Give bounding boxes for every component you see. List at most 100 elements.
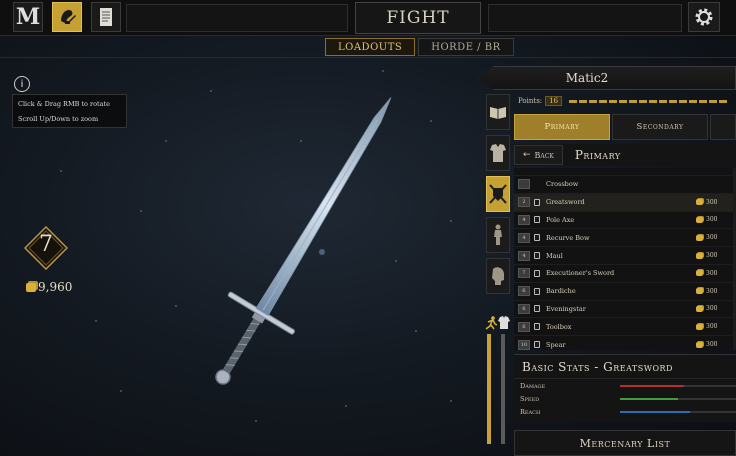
lock-icon <box>534 198 540 206</box>
stat-label: Reach <box>520 407 541 416</box>
stats-title: Basic Stats - Greatsword <box>514 355 736 379</box>
head-icon <box>492 267 505 285</box>
weapon-row[interactable]: 10 Spear 300 <box>514 336 736 350</box>
body-icon <box>494 224 502 245</box>
weapon-row[interactable]: 6 Bardiche 300 <box>514 283 736 301</box>
weapon-row[interactable]: 6 Eveningstar 300 <box>514 301 736 319</box>
weapon-name: Recurve Bow <box>546 233 590 242</box>
weapon-price: 300 <box>696 270 736 277</box>
weapon-category-tabs: Primary Secondary <box>514 114 736 140</box>
weapon-name: Greatsword <box>546 198 585 207</box>
tab-horde-br[interactable]: HORDE / BR <box>418 38 514 56</box>
point-segment <box>669 99 678 103</box>
weapon-row[interactable]: 4 Maul 300 <box>514 247 736 265</box>
weapon-thumbnail-icon: 6 <box>518 303 530 314</box>
armor-gauge <box>501 334 505 444</box>
lock-icon <box>534 216 540 224</box>
point-segment <box>629 99 638 103</box>
point-segment <box>639 99 648 103</box>
price-value: 300 <box>706 323 718 331</box>
lock-icon <box>534 341 540 349</box>
point-segment <box>679 99 688 103</box>
speed-gauge <box>487 334 491 444</box>
stat-bar <box>620 384 736 387</box>
top-slot-left <box>126 4 348 32</box>
gold-coin-icon <box>696 270 703 277</box>
weapon-thumbnail-icon: 4 <box>518 232 530 243</box>
tab-primary[interactable]: Primary <box>514 114 610 140</box>
slot-sidebar <box>486 94 512 299</box>
weapon-row[interactable] <box>514 168 736 176</box>
stat-bar-fill <box>620 397 678 400</box>
controls-help: Click & Drag RMB to rotate Scroll Up/Dow… <box>12 94 127 128</box>
weapon-list[interactable]: Crossbow 2 Greatsword 300 4 Pole Axe 300 4 Recur… <box>514 168 736 350</box>
slot-body[interactable] <box>486 217 510 253</box>
character-edit-button[interactable] <box>52 2 82 32</box>
point-segment <box>689 99 698 103</box>
points-bar: Points: 16 <box>518 96 728 106</box>
slot-armor[interactable] <box>486 135 510 171</box>
basic-stats: Basic Stats - Greatsword Damage Speed Reac… <box>514 354 736 422</box>
weapon-thumbnail-icon: 2 <box>518 197 530 208</box>
tab-secondary[interactable]: Secondary <box>612 114 708 140</box>
equipment-bars <box>484 316 512 456</box>
armor-small-icon <box>498 316 510 329</box>
weapon-thumbnail-icon: 6 <box>518 286 530 297</box>
slot-weapons[interactable] <box>486 176 510 212</box>
price-value: 300 <box>706 216 718 224</box>
gold-display: 9,960 <box>26 280 72 294</box>
gold-coin-icon <box>696 341 703 348</box>
point-segment <box>619 99 628 103</box>
mercenary-list-button[interactable]: Mercenary List <box>514 430 736 456</box>
section-header: ← Back Primary <box>514 144 736 166</box>
weapon-name: Maul <box>546 251 563 260</box>
home-button[interactable]: M <box>13 2 43 32</box>
price-value: 300 <box>706 234 718 242</box>
weapon-price: 300 <box>696 288 736 295</box>
weapon-name: Toolbox <box>546 322 572 331</box>
weapon-name: Spear <box>546 340 566 349</box>
price-value: 300 <box>706 198 718 206</box>
gold-coin-icon <box>696 288 703 295</box>
weapon-price: 300 <box>696 341 736 348</box>
player-level: 7 <box>39 232 53 257</box>
help-line-zoom: Scroll Up/Down to zoom <box>18 115 99 123</box>
weapon-thumbnail-icon: 6 <box>518 321 530 332</box>
weapon-price: 300 <box>696 199 736 206</box>
weapon-name: Eveningstar <box>546 304 586 313</box>
stat-bar-fill <box>620 410 690 413</box>
weapon-row[interactable]: 4 Recurve Bow 300 <box>514 229 736 248</box>
stat-label: Damage <box>520 381 546 390</box>
weapon-name: Bardiche <box>546 287 576 296</box>
tab-loadouts[interactable]: LOADOUTS <box>325 38 416 56</box>
point-segment <box>699 99 708 103</box>
weapon-name: Crossbow <box>546 180 579 189</box>
scroll-button[interactable] <box>91 2 121 32</box>
slot-head[interactable] <box>486 258 510 294</box>
info-icon[interactable]: i <box>14 76 30 92</box>
back-button[interactable]: ← Back <box>514 145 563 165</box>
gold-coin-icon <box>26 282 36 292</box>
gold-coin-icon <box>696 305 703 312</box>
stat-row: Reach <box>514 405 736 418</box>
weapon-row[interactable]: 2 Greatsword 300 <box>514 193 736 212</box>
mode-tabs: LOADOUTS HORDE / BR <box>325 38 514 56</box>
point-segment <box>599 99 608 103</box>
point-segment <box>589 99 598 103</box>
settings-button[interactable] <box>688 2 720 32</box>
weapon-row[interactable]: 7 Executioner's Sword 300 <box>514 265 736 283</box>
weapon-thumbnail-icon: 10 <box>518 339 530 350</box>
weapon-row[interactable]: 6 Toolbox 300 <box>514 318 736 337</box>
points-value: 16 <box>545 96 563 106</box>
section-title: Primary <box>574 148 621 162</box>
fight-button[interactable]: FIGHT <box>355 2 481 34</box>
weapon-row[interactable]: Crossbow <box>514 176 736 194</box>
crossed-swords-shield-icon <box>489 184 507 204</box>
weapon-thumbnail-icon: 4 <box>518 214 530 225</box>
loadout-name[interactable]: Matic2 <box>478 66 736 90</box>
book-icon <box>490 107 506 119</box>
slot-book[interactable] <box>486 94 510 130</box>
tab-more[interactable] <box>710 114 736 140</box>
stat-bar <box>620 410 736 413</box>
weapon-row[interactable]: 4 Pole Axe 300 <box>514 212 736 230</box>
